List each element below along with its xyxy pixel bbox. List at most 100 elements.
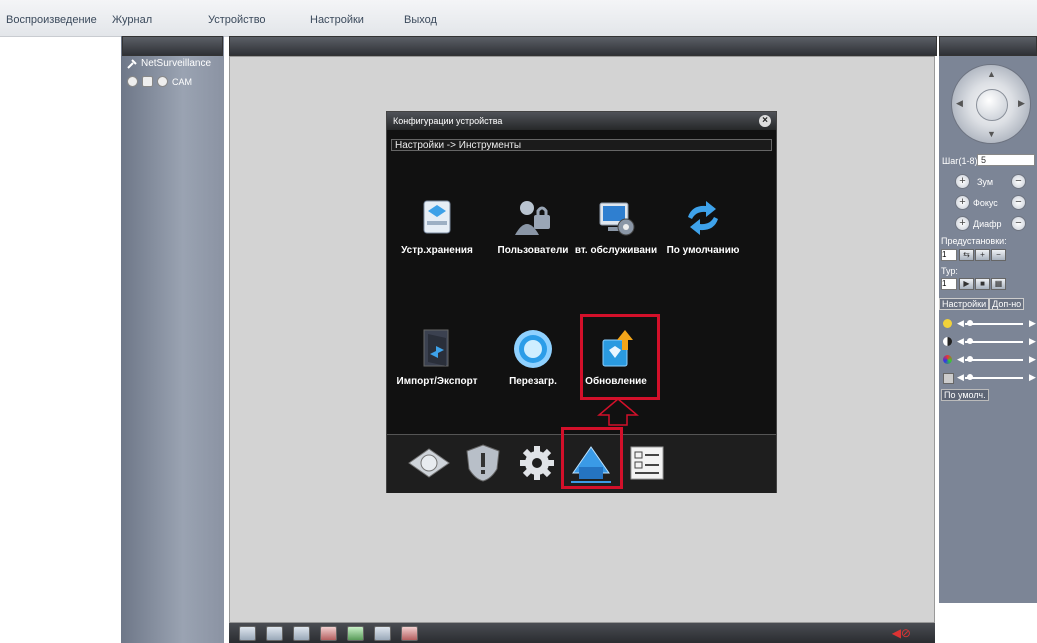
slider-track [965, 341, 1023, 343]
tour-stop-icon[interactable]: ■ [975, 278, 990, 290]
slider-left-icon[interactable]: ◀ [957, 318, 964, 329]
slider-right-icon[interactable]: ▶ [1029, 336, 1036, 347]
playback-control-bar: ◀⊘ [229, 623, 935, 643]
arrow-up-icon[interactable]: ▲ [987, 69, 996, 79]
slider-knob[interactable] [967, 356, 973, 362]
brightness-slider[interactable]: ◀ ▶ [943, 318, 1036, 330]
image-tabs: Настройки Доп-но [939, 298, 1037, 310]
dialog-breadcrumb: Настройки -> Инструменты [391, 139, 772, 151]
system-category-icon[interactable] [517, 443, 557, 483]
menu-settings[interactable]: Настройки [310, 14, 364, 26]
iris-close-icon[interactable]: − [1011, 216, 1026, 231]
device-item[interactable]: NetSurveillance [127, 58, 211, 69]
menu-exit[interactable]: Выход [404, 14, 437, 26]
record-dot-icon[interactable] [127, 76, 138, 87]
slider-left-icon[interactable]: ◀ [957, 354, 964, 365]
tool-storage[interactable]: Устр.хранения [394, 197, 480, 256]
tool-import-export-label: Импорт/Экспорт [396, 376, 478, 387]
menu-log[interactable]: Журнал [112, 14, 152, 26]
arrow-up-icon [597, 398, 639, 426]
preset-remove-icon[interactable]: − [991, 249, 1006, 261]
users-icon [512, 197, 554, 239]
quad-view-icon[interactable] [293, 625, 310, 641]
volume-mute-icon[interactable]: ◀⊘ [892, 626, 911, 640]
slider-track [965, 323, 1023, 325]
brightness-icon [943, 319, 952, 328]
slider-right-icon[interactable]: ▶ [1029, 372, 1036, 383]
fullscreen-icon[interactable] [239, 625, 256, 641]
menu-playback[interactable]: Воспроизведение [6, 14, 97, 26]
tour-play-icon[interactable]: ▶ [959, 278, 974, 290]
slider-track [965, 359, 1023, 361]
maintenance-icon [595, 197, 637, 239]
zoom-in-icon[interactable]: + [955, 174, 970, 189]
tool-reboot-label: Перезагр. [509, 376, 557, 387]
tool-maintenance-label: вт. обслуживани [574, 245, 658, 256]
slider-knob[interactable] [967, 374, 973, 380]
ptz-joystick[interactable]: ▲ ▼ ◀ ▶ [951, 64, 1031, 144]
saturation-icon [943, 355, 952, 364]
preset-goto-icon[interactable]: ⇆ [959, 249, 974, 261]
tour-input[interactable]: 1 [941, 278, 957, 290]
slider-knob[interactable] [967, 338, 973, 344]
slider-right-icon[interactable]: ▶ [1029, 318, 1036, 329]
tour-grid-icon[interactable]: ▦ [991, 278, 1006, 290]
slider-left-icon[interactable]: ◀ [957, 372, 964, 383]
channel-row[interactable]: CAM [127, 76, 192, 87]
arrow-down-icon[interactable]: ▼ [987, 129, 996, 139]
tool-import-export[interactable]: Импорт/Экспорт [394, 328, 480, 387]
audio-icon[interactable] [374, 625, 391, 641]
tool-default-label: По умолчанию [666, 245, 740, 256]
play-square-icon[interactable] [142, 76, 153, 87]
iris-open-icon[interactable]: + [955, 216, 970, 231]
focus-label: Фокус [973, 198, 998, 208]
snapshot-icon[interactable] [347, 625, 364, 641]
step-select[interactable]: 5 [977, 154, 1035, 166]
dialog-title: Конфигурации устройства [393, 116, 503, 126]
arrow-left-icon[interactable]: ◀ [956, 98, 963, 109]
close-icon[interactable]: × [759, 115, 771, 127]
menu-device[interactable]: Устройство [208, 14, 266, 26]
slider-right-icon[interactable]: ▶ [1029, 354, 1036, 365]
mute-record-icon[interactable] [401, 625, 418, 641]
top-menu-bar: Воспроизведение Журнал Устройство Настро… [0, 0, 1037, 37]
import-export-icon [416, 328, 458, 370]
slider-knob[interactable] [967, 320, 973, 326]
tool-maintenance[interactable]: вт. обслуживани [573, 197, 659, 256]
tab-extra[interactable]: Доп-но [989, 298, 1025, 310]
hue-slider[interactable]: ◀ ▶ [943, 372, 1036, 384]
dialog-titlebar: Конфигурации устройства × [387, 112, 776, 130]
preset-add-icon[interactable]: + [975, 249, 990, 261]
info-category-icon[interactable] [627, 443, 667, 483]
focus-near-icon[interactable]: + [955, 195, 970, 210]
config-dialog: Конфигурации устройства × Настройки -> И… [386, 111, 777, 493]
tool-users[interactable]: Пользователи [490, 197, 576, 256]
ptz-panel-header [939, 36, 1037, 56]
slider-track [965, 377, 1023, 379]
iris-label: Диафр [973, 219, 1002, 229]
arrow-right-icon[interactable]: ▶ [1018, 98, 1025, 109]
zoom-label: Зум [977, 177, 994, 187]
channel-label: CAM [172, 76, 192, 87]
zoom-out-icon[interactable]: − [1011, 174, 1026, 189]
contrast-slider[interactable]: ◀ ▶ [943, 336, 1036, 348]
tool-default[interactable]: По умолчанию [660, 197, 746, 256]
preset-input[interactable]: 1 [941, 249, 957, 261]
tool-reboot[interactable]: Перезагр. [490, 328, 576, 387]
default-button[interactable]: По умолч. [941, 389, 989, 401]
step-label: Шаг(1-8): [942, 156, 981, 166]
ptz-center-button[interactable] [976, 89, 1008, 121]
alarm-category-icon[interactable] [463, 443, 503, 483]
record-stop-icon[interactable] [320, 625, 337, 641]
talk-icon[interactable] [157, 76, 168, 87]
single-view-icon[interactable] [266, 625, 283, 641]
slider-left-icon[interactable]: ◀ [957, 336, 964, 347]
reboot-icon [512, 328, 554, 370]
focus-far-icon[interactable]: − [1011, 195, 1026, 210]
record-category-icon[interactable] [405, 443, 450, 483]
highlight-tools-category-box [561, 427, 623, 489]
saturation-slider[interactable]: ◀ ▶ [943, 354, 1036, 366]
tab-settings[interactable]: Настройки [939, 298, 990, 310]
device-tool-icon [127, 59, 137, 69]
video-header [229, 36, 937, 56]
